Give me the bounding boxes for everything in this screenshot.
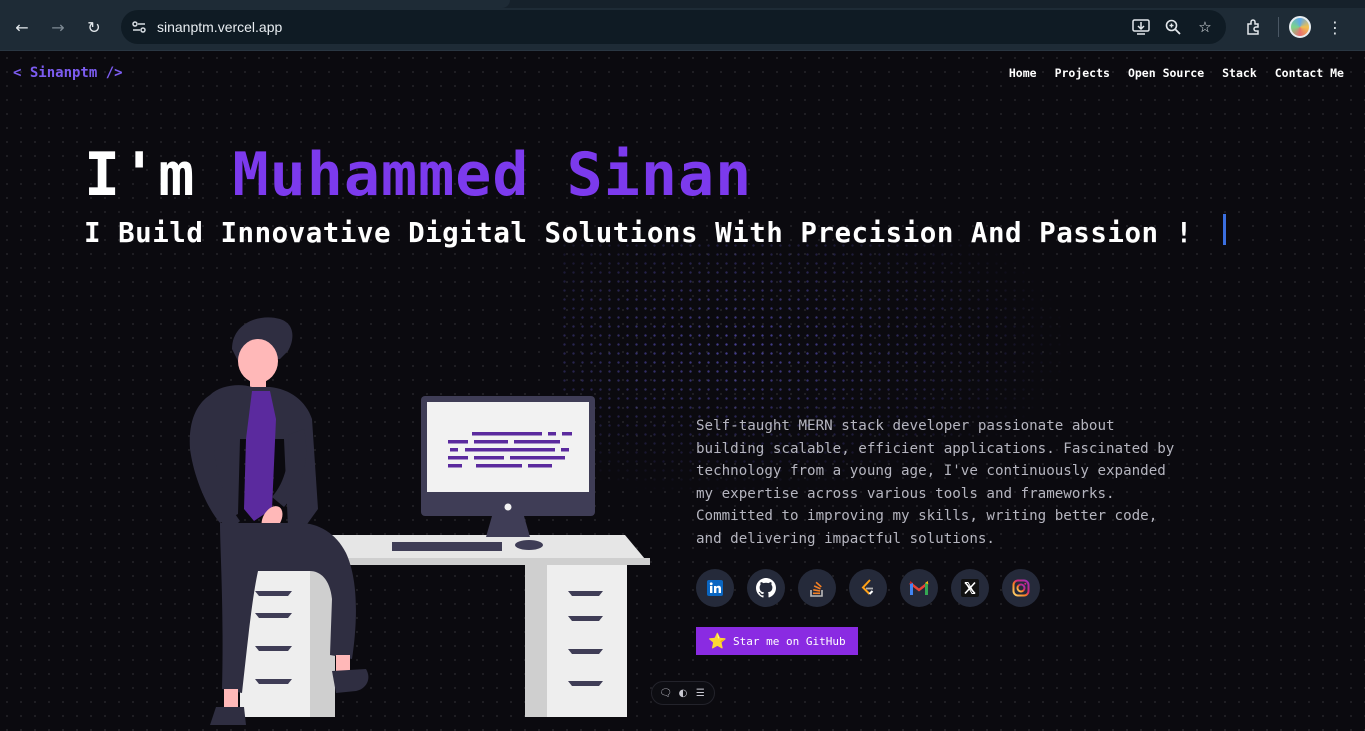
more-menu-icon[interactable]: ⋮	[1321, 13, 1349, 41]
profile-avatar[interactable]	[1289, 16, 1311, 38]
install-app-icon[interactable]	[1128, 14, 1154, 40]
developer-desk-illustration	[189, 317, 650, 725]
mouse	[515, 540, 543, 550]
portfolio-page: < Sinanptm /> Home Projects Open Source …	[0, 51, 1365, 731]
linkedin-icon[interactable]	[696, 569, 734, 607]
stackoverflow-icon[interactable]	[798, 569, 836, 607]
zoom-icon[interactable]	[1160, 14, 1186, 40]
hero-name: Muhammed Sinan	[232, 140, 753, 210]
typing-cursor	[1223, 214, 1226, 245]
toggle-icon[interactable]: ◐	[676, 688, 690, 699]
hero-title: I'm Muhammed Sinan	[84, 139, 752, 211]
star-on-github-button[interactable]: ⭐ Star me on GitHub	[696, 627, 858, 655]
menu-icon[interactable]: ☰	[693, 688, 707, 699]
hero-greeting: I'm	[84, 140, 233, 210]
url-text[interactable]: sinanptm.vercel.app	[157, 19, 282, 35]
star-button-label: Star me on GitHub	[733, 634, 846, 648]
social-links	[696, 569, 1040, 607]
star-icon: ⭐	[708, 632, 728, 650]
nav-link-stack[interactable]: Stack	[1222, 66, 1257, 80]
nav-link-home[interactable]: Home	[1009, 66, 1037, 80]
brand-logo[interactable]: < Sinanptm />	[13, 65, 123, 81]
instagram-icon[interactable]	[1002, 569, 1040, 607]
tab-strip	[0, 0, 1365, 8]
github-icon[interactable]	[747, 569, 785, 607]
monitor-screen	[427, 402, 589, 492]
nav-link-open-source[interactable]: Open Source	[1128, 66, 1204, 80]
x-twitter-icon[interactable]	[951, 569, 989, 607]
nav-links: Home Projects Open Source Stack Contact …	[1009, 66, 1344, 80]
comment-icon[interactable]: 🗨	[659, 688, 673, 699]
nav-link-projects[interactable]: Projects	[1055, 66, 1110, 80]
floating-toolbar: 🗨 ◐ ☰	[651, 681, 715, 705]
reload-icon[interactable]: ↻	[81, 14, 107, 40]
active-tab[interactable]	[0, 0, 510, 8]
back-arrow-icon[interactable]: ←	[9, 14, 35, 40]
leetcode-icon[interactable]	[849, 569, 887, 607]
site-info-icon[interactable]	[127, 15, 151, 39]
forward-arrow-icon[interactable]: →	[45, 14, 71, 40]
toolbar-separator	[1278, 17, 1279, 37]
about-bio: Self-taught MERN stack developer passion…	[696, 418, 1175, 547]
extensions-icon[interactable]	[1240, 13, 1268, 41]
keyboard	[392, 542, 502, 551]
bookmark-star-icon[interactable]: ☆	[1192, 14, 1218, 40]
address-bar[interactable]: sinanptm.vercel.app ☆	[121, 10, 1226, 44]
site-navbar: < Sinanptm /> Home Projects Open Source …	[0, 51, 1365, 95]
browser-toolbar: ← → ↻ sinanptm.vercel.app ☆ ⋮	[0, 0, 1365, 51]
nav-link-contact-me[interactable]: Contact Me	[1275, 66, 1344, 80]
hero-tagline: I Build Innovative Digital Solutions Wit…	[84, 217, 1193, 249]
gmail-icon[interactable]	[900, 569, 938, 607]
